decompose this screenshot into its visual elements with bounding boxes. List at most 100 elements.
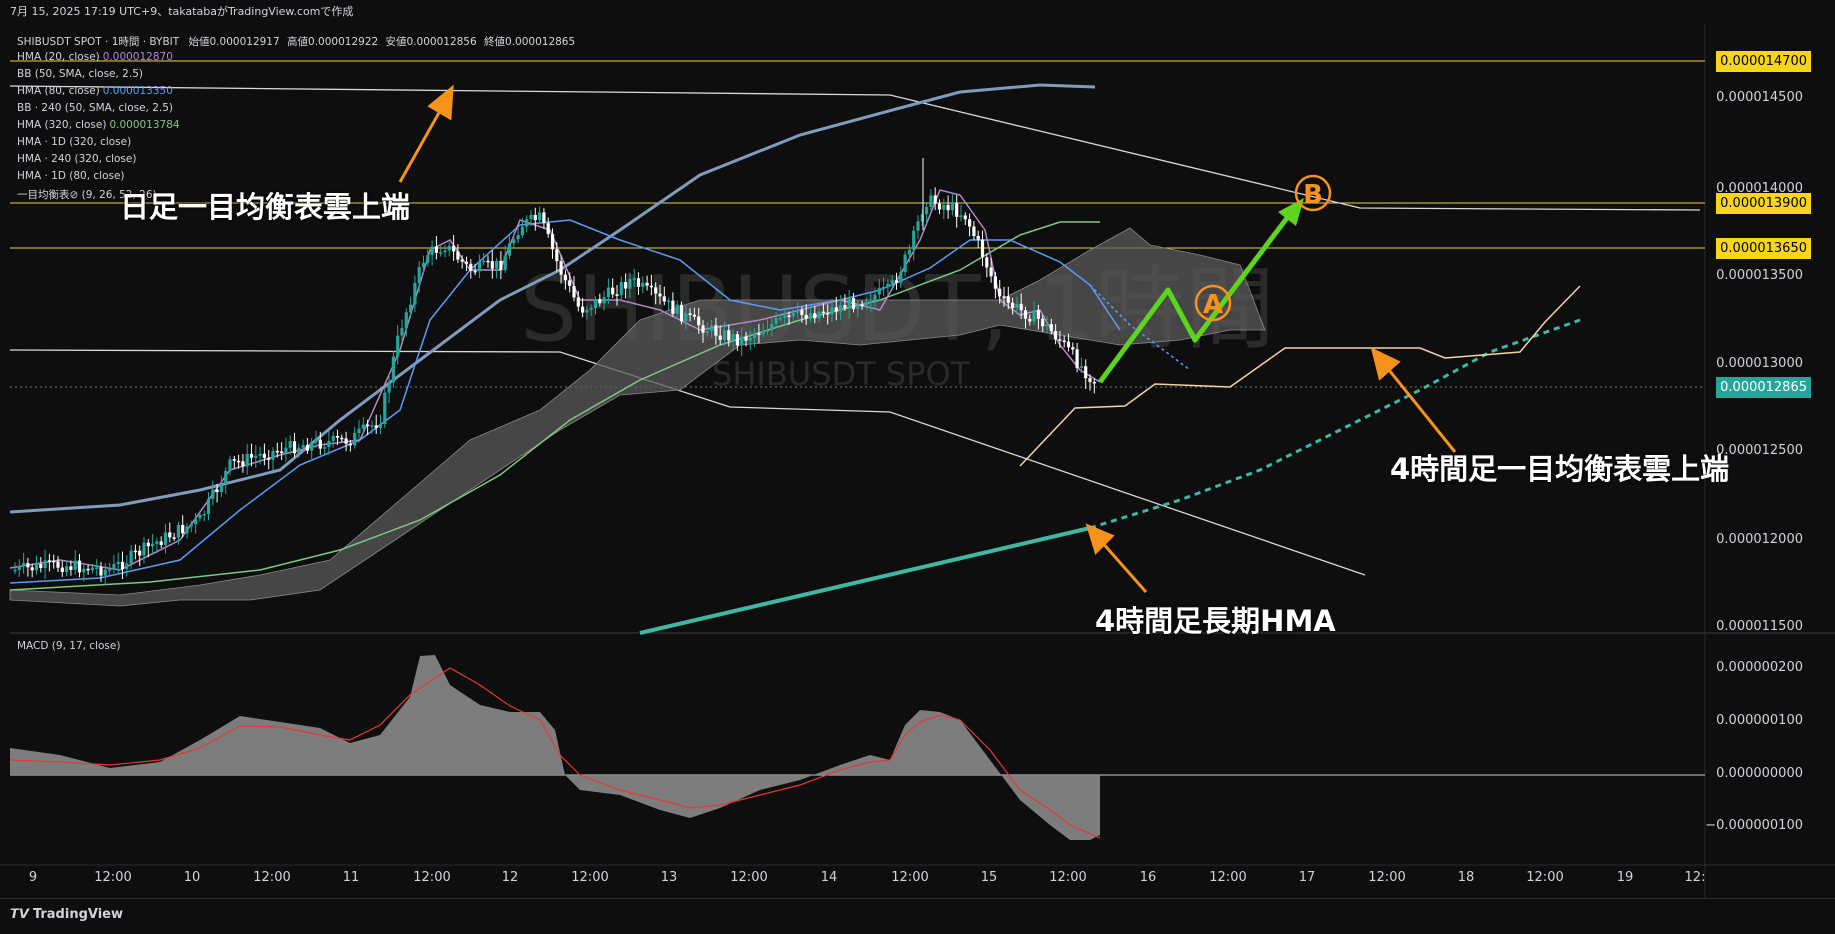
candle-body bbox=[972, 226, 976, 236]
candle-body bbox=[211, 489, 215, 499]
candle-body bbox=[976, 235, 980, 240]
candle-body bbox=[1058, 339, 1062, 341]
candle-body bbox=[383, 392, 387, 424]
horizontal-levels bbox=[10, 60, 1705, 776]
time-axis-label: 15 bbox=[980, 870, 998, 885]
candle-body bbox=[73, 560, 77, 570]
candle-body bbox=[856, 304, 860, 309]
candle-body bbox=[632, 278, 636, 280]
candle-body bbox=[877, 287, 881, 295]
candle-body bbox=[1066, 341, 1071, 348]
candle-body bbox=[873, 294, 877, 302]
indicator-legend-item[interactable]: HMA (20, close) 0.000012870 bbox=[17, 51, 173, 63]
macd-axis-label: 0.000000100 bbox=[1716, 713, 1803, 728]
candle-body bbox=[168, 532, 172, 538]
candle-body bbox=[155, 541, 159, 544]
candle-body bbox=[159, 541, 163, 545]
candle-body bbox=[340, 437, 344, 440]
candle-body bbox=[99, 567, 103, 576]
candle-body bbox=[400, 328, 404, 336]
candle-body bbox=[950, 203, 954, 211]
indicator-legend-item[interactable]: BB · 240 (50, SMA, close, 2.5) bbox=[17, 102, 173, 114]
candle-body bbox=[404, 312, 408, 329]
candle-body bbox=[925, 207, 929, 215]
indicator-legend-item[interactable]: HMA (80, close) 0.000013350 bbox=[17, 85, 173, 97]
candle-body bbox=[748, 337, 752, 341]
time-axis-label: 12: bbox=[1684, 870, 1706, 885]
candle-body bbox=[116, 561, 120, 564]
candle-body bbox=[933, 195, 937, 204]
indicator-legend-item[interactable]: BB (50, SMA, close, 2.5) bbox=[17, 68, 143, 80]
tv-icon: 𝙏𝙑 bbox=[10, 907, 29, 922]
candle-body bbox=[581, 306, 585, 313]
candle-body bbox=[30, 567, 34, 571]
candle-body bbox=[301, 445, 305, 448]
price-axis-label: 0.000013500 bbox=[1716, 268, 1803, 283]
candle-body bbox=[120, 561, 125, 570]
time-axis-label: 12 bbox=[501, 870, 519, 885]
indicator-legend-item[interactable]: HMA (320, close) 0.000013784 bbox=[17, 119, 180, 131]
candle-body bbox=[292, 441, 297, 454]
arrow-daily-cloud bbox=[398, 101, 447, 183]
candle-body bbox=[985, 257, 989, 268]
candle-body bbox=[529, 214, 533, 220]
indicator-legend-item[interactable]: HMA · 1D (80, close) bbox=[17, 170, 125, 182]
candle-body bbox=[611, 287, 615, 295]
indicator-legend-item[interactable]: HMA · 240 (320, close) bbox=[17, 153, 136, 165]
candle-body bbox=[1002, 296, 1006, 298]
price-axis-label: 0.000011500 bbox=[1716, 619, 1803, 634]
candle-body bbox=[701, 325, 705, 333]
tradingview-logo[interactable]: 𝙏𝙑 TradingView bbox=[10, 907, 123, 922]
time-axis-label: 12:00 bbox=[730, 870, 768, 885]
candle-body bbox=[413, 282, 417, 305]
candle-body bbox=[516, 235, 520, 240]
candle-body bbox=[641, 282, 645, 287]
time-axis-label: 13 bbox=[660, 870, 678, 885]
candle-body bbox=[254, 455, 258, 458]
indicator-legend-item[interactable]: HMA · 1D (320, close) bbox=[17, 136, 131, 148]
candle-body bbox=[916, 221, 920, 231]
price-badge: 0.000013650 bbox=[1716, 238, 1811, 259]
candle-body bbox=[90, 567, 94, 570]
price-badge: 0.000013900 bbox=[1716, 193, 1811, 214]
candle-body bbox=[894, 280, 899, 283]
candle-body bbox=[731, 334, 735, 341]
candle-body bbox=[288, 441, 292, 448]
candle-body bbox=[740, 336, 744, 346]
close-label: 終値 bbox=[484, 36, 506, 48]
candle-body bbox=[1041, 318, 1045, 327]
candle-body bbox=[839, 305, 843, 312]
candle-body bbox=[456, 251, 460, 260]
candle-body bbox=[671, 300, 675, 314]
marker-b: B bbox=[1294, 174, 1332, 212]
candle-body bbox=[624, 282, 628, 289]
candle-body bbox=[800, 310, 804, 315]
candle-body bbox=[241, 461, 245, 467]
footer-bar bbox=[0, 898, 1835, 934]
low-label: 安値 bbox=[385, 36, 407, 48]
candle-body bbox=[275, 450, 279, 453]
candle-body bbox=[82, 568, 86, 573]
candle-body bbox=[490, 261, 494, 269]
candle-body bbox=[482, 260, 486, 263]
candle-body bbox=[538, 212, 542, 221]
candle-body bbox=[834, 307, 838, 312]
candle-body bbox=[937, 203, 942, 210]
candle-body bbox=[103, 569, 107, 576]
candle-body bbox=[628, 278, 632, 289]
candle-body bbox=[507, 243, 512, 256]
candle-body bbox=[39, 563, 43, 568]
candle-body bbox=[860, 304, 864, 307]
candle-body bbox=[688, 313, 692, 315]
candle-body bbox=[426, 255, 430, 263]
indicator-label: HMA (80, close) bbox=[17, 85, 100, 97]
indicator-label: HMA (20, close) bbox=[17, 51, 100, 63]
candle-body bbox=[151, 543, 155, 547]
candle-body bbox=[796, 310, 800, 313]
candle-body bbox=[267, 457, 271, 460]
candle-body bbox=[606, 287, 610, 298]
h4-hma-line bbox=[639, 526, 1091, 635]
candle-body bbox=[112, 563, 116, 570]
high-label: 高値 bbox=[287, 36, 309, 48]
candle-body bbox=[761, 331, 765, 335]
